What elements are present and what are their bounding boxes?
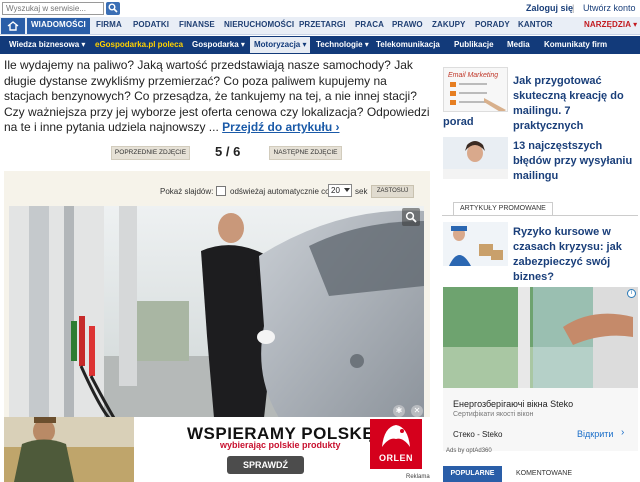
nav-firma[interactable]: FIRMA — [96, 20, 122, 29]
promoted-articles-tab[interactable]: ARTYKUŁY PROMOWANE — [453, 202, 553, 216]
sidebar-thumb-2[interactable] — [443, 137, 508, 179]
orlen-logo-text: ORLEN — [379, 453, 413, 463]
orlen-eagle-icon — [382, 425, 410, 447]
subnav-poleca[interactable]: eGospodarka.pl poleca — [95, 40, 183, 49]
ad-tag: Reklama — [404, 474, 432, 480]
auto-refresh-label: odświeżaj automatycznie co — [230, 187, 330, 196]
promo-divider — [442, 215, 638, 216]
sidebar-thumb-1[interactable]: Email Marketing — [443, 67, 508, 112]
sidebar-link-1[interactable]: Jak przygotować skuteczną kreację do mai… — [513, 74, 638, 134]
search-button[interactable] — [106, 2, 120, 15]
seconds-value: 20 — [331, 186, 340, 195]
nav-przetargi[interactable]: PRZETARGI — [299, 20, 346, 29]
gas-station-photo — [9, 206, 424, 418]
tab-popular[interactable]: POPULARNE — [443, 466, 502, 482]
ad-title[interactable]: Енергозберігаючі вікна Steko — [453, 399, 573, 409]
search-input[interactable] — [2, 2, 104, 15]
subnav-gospodarka[interactable]: Gospodarka ▾ — [192, 40, 245, 49]
nav-wiadomosci[interactable]: WIADOMOŚCI — [27, 18, 90, 34]
read-article-link[interactable]: Przejdź do artykułu › — [222, 120, 339, 134]
top-bar: Zaloguj się | Utwórz konto — [0, 0, 640, 17]
nav-nieruchomosci[interactable]: NIERUCHOMOŚCI — [224, 20, 294, 29]
home-button[interactable] — [1, 18, 25, 34]
window-ad-image — [443, 287, 638, 388]
seconds-unit: sek — [355, 187, 368, 196]
banner-subtitle: wybierając polskie produkty — [220, 440, 341, 450]
nav-finanse[interactable]: FINANSE — [179, 20, 215, 29]
seconds-select[interactable]: 20 — [328, 184, 352, 197]
subnav-wiedza-biznesowa[interactable]: Wiedza biznesowa ▾ — [9, 40, 85, 49]
email-marketing-image: Email Marketing — [444, 68, 507, 111]
thumb1-label: Email Marketing — [448, 72, 498, 79]
subnav-media[interactable]: Media — [507, 40, 530, 49]
apply-button[interactable]: ZASTOSUJ — [371, 185, 414, 198]
chevron-down-icon — [344, 188, 350, 192]
auto-refresh-checkbox[interactable] — [216, 186, 226, 196]
nav-zakupy[interactable]: ZAKUPY — [432, 20, 466, 29]
nav-prawo[interactable]: PRAWO — [392, 20, 423, 29]
nav-praca[interactable]: PRACA — [355, 20, 384, 29]
chevron-right-icon[interactable]: › — [621, 427, 624, 438]
magnifier-icon — [405, 211, 417, 223]
next-photo-button[interactable]: NASTĘPNE ZDJĘCIE — [269, 146, 342, 160]
sidebar-link-1-cont[interactable]: porad — [443, 115, 474, 130]
nav-kantor[interactable]: KANTOR — [518, 20, 553, 29]
sidebar-link-3[interactable]: Ryzyko kursowe w czasach kryzysu: jak za… — [513, 225, 638, 285]
ads-by-badge: Ads by optAd360 — [446, 448, 492, 454]
subnav-publikacje[interactable]: Publikacje — [454, 40, 494, 49]
photo-counter: 5 / 6 — [215, 144, 241, 159]
nav-narzedzia[interactable]: NARZĘDZIA ▾ — [584, 20, 637, 29]
subnav-motoryzacja[interactable]: Motoryzacja ▾ — [250, 37, 311, 53]
banner-info-icon[interactable]: ✱ — [393, 405, 405, 417]
article-teaser: Ile wydajemy na paliwo? Jaką wartość prz… — [4, 58, 432, 136]
courier-image — [443, 222, 508, 266]
subnav-telekomunikacja[interactable]: Telekomunikacja — [376, 40, 440, 49]
ad-subtitle: Сертифікати якості вікон — [453, 411, 534, 418]
gallery-photo[interactable] — [9, 206, 424, 418]
subnav-technologie[interactable]: Technologie ▾ — [316, 40, 369, 49]
banner-close-icon[interactable]: ✕ — [411, 405, 423, 417]
slideshow-label: Pokaż slajdów: — [160, 187, 214, 196]
sidebar-link-2[interactable]: 13 najczęstszych błędów przy wysyłaniu m… — [513, 139, 638, 184]
tab-commented[interactable]: KOMENTOWANE — [505, 466, 583, 482]
nav-porady[interactable]: PORADY — [475, 20, 510, 29]
prev-photo-button[interactable]: POPRZEDNIE ZDJĘCIE — [111, 146, 190, 160]
zoom-button[interactable] — [402, 208, 420, 226]
register-link[interactable]: Utwórz konto — [583, 3, 636, 13]
ad-open-link[interactable]: Відкрити — [577, 429, 613, 439]
article-teaser-text: Ile wydajemy na paliwo? Jaką wartość prz… — [4, 58, 430, 134]
nav-podatki[interactable]: PODATKI — [133, 20, 169, 29]
subnav-komunikaty[interactable]: Komunikaty firm — [544, 40, 607, 49]
sub-nav: Wiedza biznesowa ▾ eGospodarka.pl poleca… — [0, 36, 640, 54]
top-separator: | — [572, 3, 575, 13]
ad-brand: Стеко - Steko — [453, 430, 503, 439]
sidebar-thumb-3[interactable] — [443, 222, 508, 266]
stressed-woman-image — [443, 137, 508, 179]
search-icon — [108, 3, 118, 13]
orlen-logo[interactable]: ORLEN — [370, 419, 422, 469]
sidebar-ad-image[interactable] — [443, 287, 638, 388]
main-nav: WIADOMOŚCI FIRMA PODATKI FINANSE NIERUCH… — [0, 17, 640, 35]
login-link[interactable]: Zaloguj się — [526, 3, 573, 13]
home-icon — [7, 21, 19, 31]
banner-cta-button[interactable]: SPRAWDŹ — [227, 456, 304, 474]
ad-info-icon[interactable]: i — [627, 289, 636, 298]
